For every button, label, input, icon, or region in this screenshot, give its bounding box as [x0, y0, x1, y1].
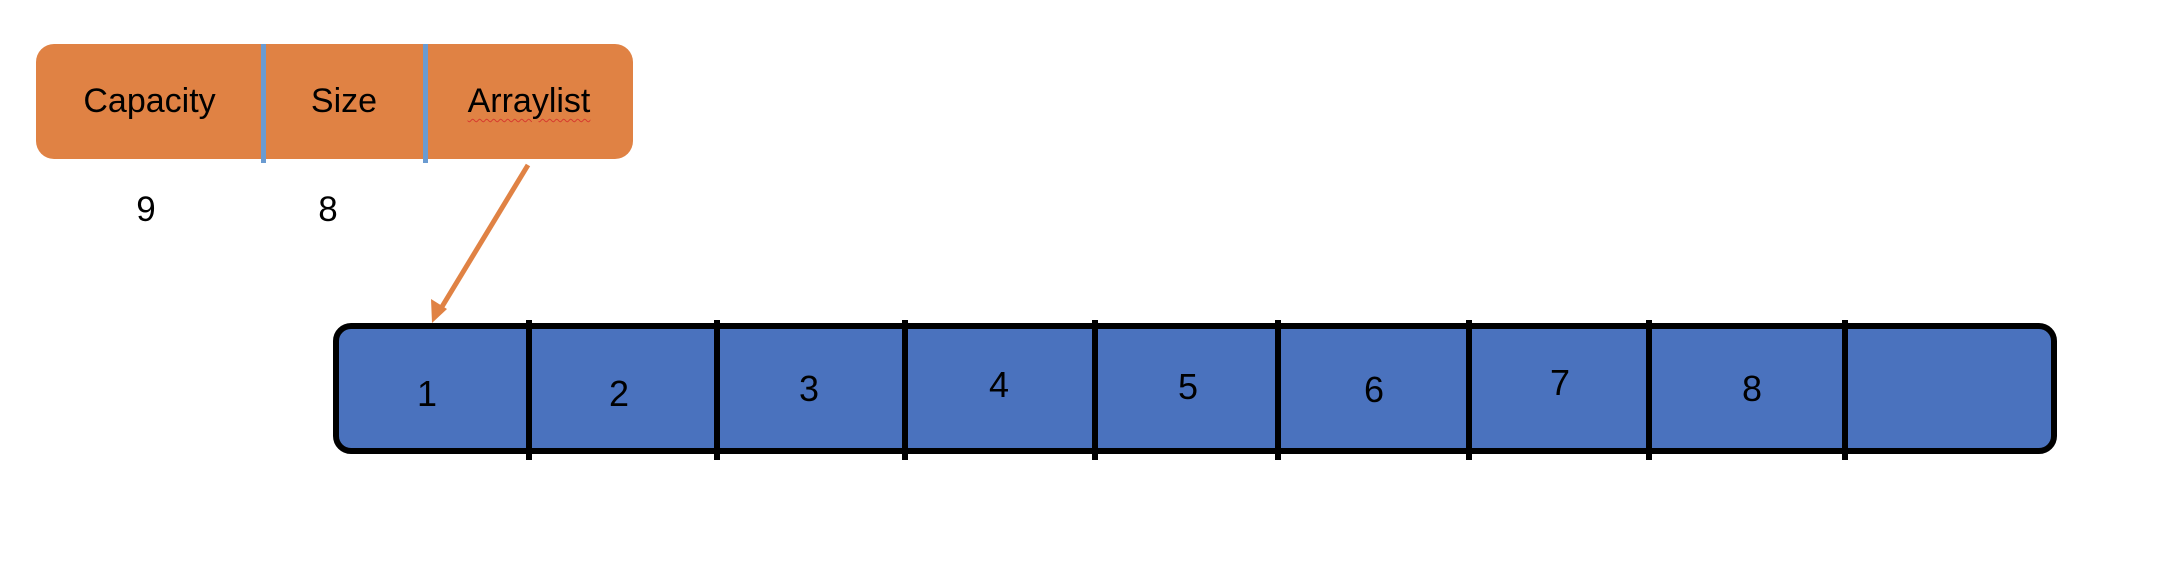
array-cell-4: 5: [1177, 366, 1199, 407]
array-cell-0: 1: [416, 373, 438, 414]
array-cell-6: 7: [1549, 362, 1571, 403]
cell-divider: [1646, 320, 1652, 460]
capacity-field: Capacity: [36, 44, 263, 159]
cell-divider: [1842, 320, 1848, 460]
array-cell-2: 3: [798, 368, 820, 409]
size-field: Size: [263, 44, 425, 159]
cell-divider: [1275, 320, 1281, 460]
capacity-label: Capacity: [83, 82, 216, 120]
header-divider: [423, 44, 428, 163]
pointer-arrow-head: [431, 299, 447, 323]
cell-divider: [526, 320, 532, 460]
arraylist-header-struct: Capacity Size Arraylist: [36, 44, 633, 159]
array-cell-3: 4: [988, 364, 1010, 405]
pointer-arrow-line: [437, 163, 531, 312]
size-value: 8: [318, 190, 338, 229]
size-label: Size: [310, 82, 378, 120]
arraylist-field: Arraylist: [425, 44, 633, 159]
capacity-value: 9: [136, 190, 156, 229]
cell-divider: [714, 320, 720, 460]
array-cell-1: 2: [608, 373, 630, 414]
arraylist-label: Arraylist: [467, 82, 591, 120]
cell-divider: [1092, 320, 1098, 460]
cell-divider: [902, 320, 908, 460]
array-cell-5: 6: [1363, 369, 1385, 410]
cell-divider: [1466, 320, 1472, 460]
header-divider: [261, 44, 266, 163]
array-cell-7: 8: [1741, 368, 1763, 409]
